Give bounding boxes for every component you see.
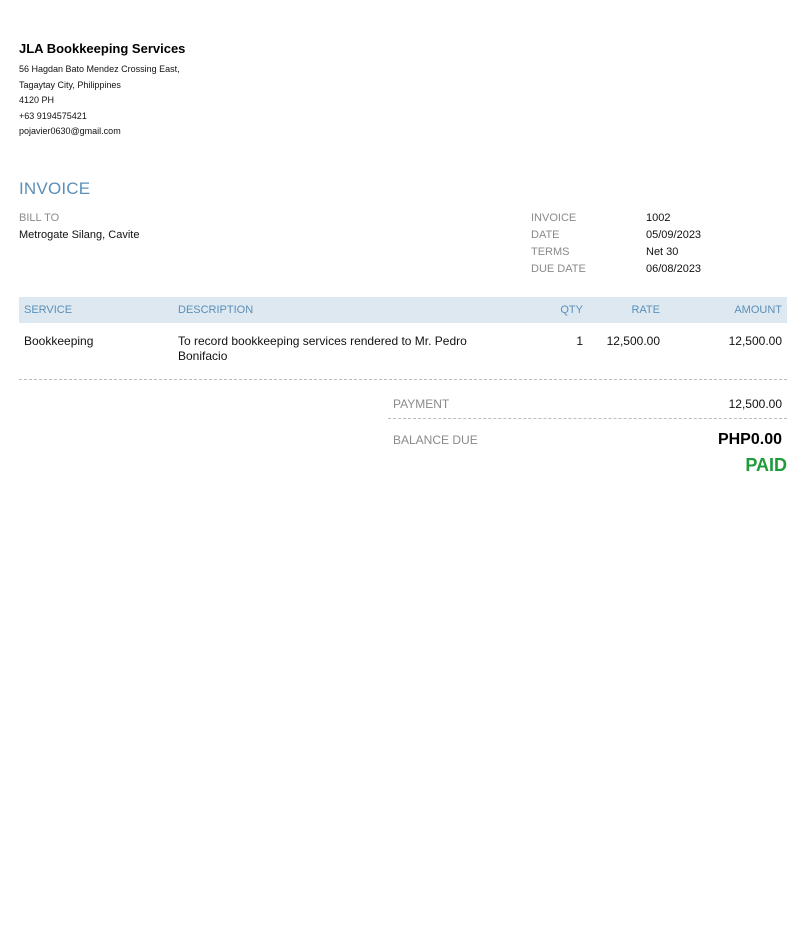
payment-row: PAYMENT 12,500.00 <box>388 390 787 419</box>
paid-status-badge: PAID <box>745 455 787 475</box>
meta-label: TERMS <box>531 246 570 258</box>
meta-row-date: DATE 05/09/2023 <box>531 229 787 246</box>
invoice-terms: Net 30 <box>646 246 679 258</box>
balance-due-value: PHP0.00 <box>717 431 782 448</box>
bill-to-value: Metrogate Silang, Cavite <box>19 229 140 241</box>
table-row: Bookkeeping To record bookkeeping servic… <box>19 323 787 380</box>
meta-row-due-date: DUE DATE 06/08/2023 <box>531 263 787 280</box>
item-description: To record bookkeeping services rendered … <box>178 334 467 363</box>
invoice-due-date: 06/08/2023 <box>646 263 702 275</box>
item-rate: 12,500.00 <box>606 334 660 348</box>
payment-label: PAYMENT <box>393 397 450 411</box>
payment-value: 12,500.00 <box>728 397 782 411</box>
meta-row-terms: TERMS Net 30 <box>531 246 787 263</box>
company-address-line: Tagaytay City, Philippines <box>19 79 121 90</box>
balance-due-row: BALANCE DUE PHP0.00 <box>388 419 787 461</box>
meta-label: DATE <box>531 229 560 241</box>
balance-due-label: BALANCE DUE <box>393 433 478 447</box>
meta-label: INVOICE <box>531 212 577 224</box>
meta-row-invoice: INVOICE 1002 <box>531 212 787 229</box>
totals-block: PAYMENT 12,500.00 BALANCE DUE PHP0.00 <box>388 390 787 461</box>
company-block: JLA Bookkeeping Services 56 Hagdan Bato … <box>19 40 787 140</box>
header-description: DESCRIPTION <box>178 304 254 316</box>
header-rate: RATE <box>631 304 660 316</box>
invoice-meta: INVOICE 1002 DATE 05/09/2023 TERMS Net 3… <box>531 212 787 280</box>
items-table: SERVICE DESCRIPTION QTY RATE AMOUNT Book… <box>19 297 787 380</box>
company-address-line: 56 Hagdan Bato Mendez Crossing East, <box>19 64 180 74</box>
items-table-header: SERVICE DESCRIPTION QTY RATE AMOUNT <box>19 297 787 323</box>
bill-to-label: BILL TO <box>19 212 60 224</box>
invoice-page: JLA Bookkeeping Services 56 Hagdan Bato … <box>19 40 787 475</box>
header-amount: AMOUNT <box>734 304 782 316</box>
invoice-title: INVOICE <box>19 179 91 198</box>
invoice-number: 1002 <box>646 212 671 224</box>
header-qty: QTY <box>560 304 583 316</box>
meta-label: DUE DATE <box>531 263 586 275</box>
company-name: JLA Bookkeeping Services <box>19 41 186 56</box>
company-phone: +63 9194575421 <box>19 110 87 121</box>
item-qty: 1 <box>576 334 583 348</box>
company-postal-code: 4120 PH <box>19 95 55 105</box>
header-service: SERVICE <box>24 304 73 316</box>
invoice-date: 05/09/2023 <box>646 229 702 241</box>
company-email: pojavier0630@gmail.com <box>19 126 121 136</box>
item-amount: 12,500.00 <box>728 334 782 348</box>
item-service: Bookkeeping <box>24 334 94 348</box>
